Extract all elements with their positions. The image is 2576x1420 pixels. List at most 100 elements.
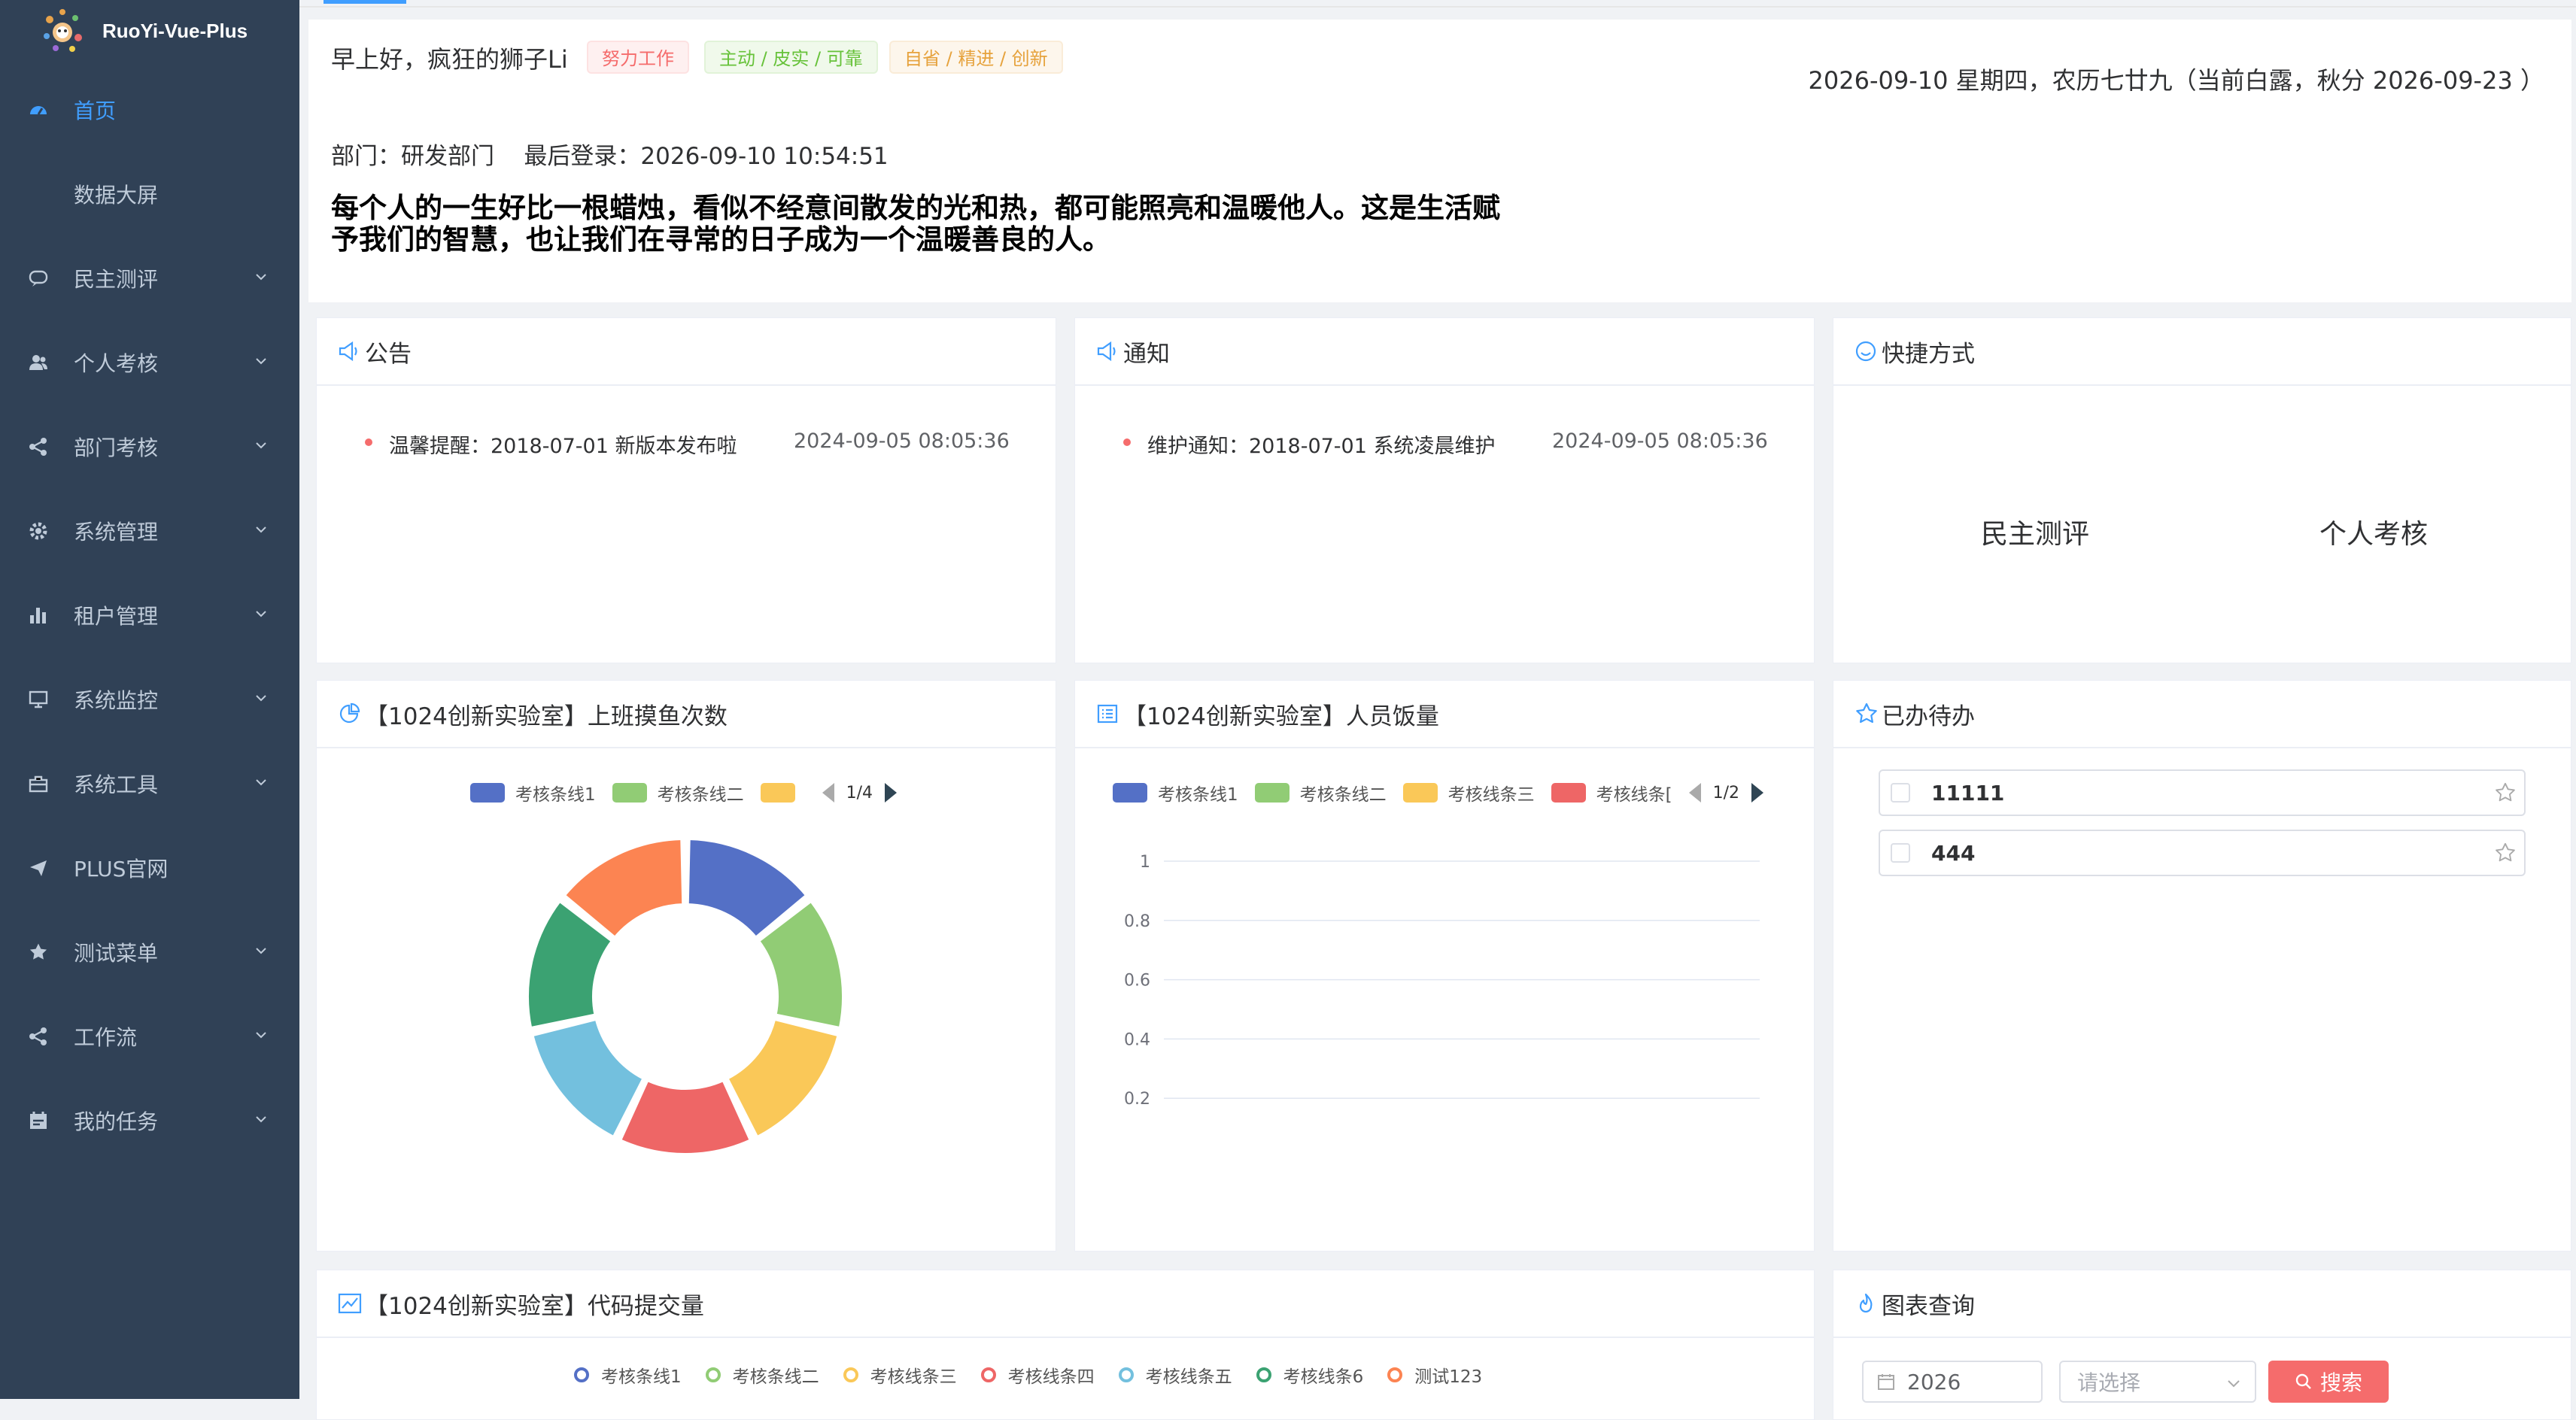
legend-item[interactable]: 考核线条6	[1256, 1362, 1363, 1388]
line-legend: 考核条线1 考核条线二 考核线条三 考核线条[ 1/2	[1113, 780, 1764, 806]
sidebar-item-label: 民主测评	[74, 267, 159, 292]
legend-label: 考核线条[	[1596, 785, 1672, 805]
announcement-item[interactable]: 温馨提醒：2018-07-01 新版本发布啦	[365, 429, 737, 459]
todo-header: 已办待办	[1833, 681, 2571, 748]
app-title: RuoYi-Vue-Plus	[102, 19, 248, 42]
logo[interactable]: RuoYi-Vue-Plus	[39, 6, 248, 56]
notice-header: 通知	[1075, 318, 1814, 386]
current-date: 2026-09-10 星期四，农历七廿九（当前白露，秋分 2026-09-23 …	[1808, 66, 2544, 95]
legend-item[interactable]: 考核线条五	[1118, 1362, 1232, 1388]
announcement-text: 温馨提醒：2018-07-01 新版本发布啦	[389, 435, 737, 458]
legend-label: 考核条线1	[1158, 785, 1238, 805]
code-commit-title: 【1024创新实验室】代码提交量	[365, 1292, 704, 1320]
share-icon	[27, 1025, 50, 1048]
star-icon	[1855, 702, 1879, 726]
sidebar-item-label: 测试菜单	[74, 941, 159, 966]
prev-page-arrow-icon[interactable]	[822, 783, 834, 803]
legend-item[interactable]: 考核线条三	[1402, 780, 1535, 806]
sidebar-item-7[interactable]: 系统监控	[0, 669, 299, 730]
next-page-arrow-icon[interactable]	[885, 783, 898, 803]
dashboard-icon	[27, 99, 50, 121]
sidebar-item-1[interactable]: 数据大屏	[0, 164, 299, 224]
legend-item[interactable]: 测试123	[1387, 1362, 1482, 1388]
todo-item: 444	[1879, 830, 2526, 876]
chart-query-card: 图表查询 2026 请选择 搜索	[1833, 1270, 2571, 1420]
sidebar-item-0[interactable]: 首页	[0, 80, 299, 140]
chart-query-title: 图表查询	[1882, 1292, 1975, 1320]
sidebar-item-label: 系统监控	[74, 688, 159, 713]
sidebar-item-2[interactable]: 民主测评	[0, 248, 299, 308]
smile-icon	[1855, 339, 1879, 363]
pie-slice[interactable]	[725, 1017, 840, 1139]
category-select[interactable]: 请选择	[2059, 1361, 2256, 1403]
sidebar-item-11[interactable]: 工作流	[0, 1006, 299, 1067]
legend-item[interactable]: 考核条线二	[1254, 780, 1387, 806]
line-chart-card: 【1024创新实验室】人员饭量 考核条线1 考核条线二 考核线条三 考核线条[ …	[1074, 680, 1815, 1252]
shortcut-card: 快捷方式 民主测评 个人考核	[1833, 317, 2571, 663]
chevron-down-icon	[253, 690, 269, 709]
tag-values: 主动 / 皮实 / 可靠	[704, 41, 878, 74]
favorite-star-icon[interactable]	[2494, 842, 2517, 867]
legend-item[interactable]: 考核条线二	[705, 1362, 819, 1388]
sidebar-item-3[interactable]: 个人考核	[0, 332, 299, 393]
prev-page-arrow-icon[interactable]	[1688, 783, 1701, 803]
search-label: 搜索	[2319, 1370, 2362, 1395]
legend-item[interactable]	[760, 783, 806, 803]
legend-item[interactable]: 考核线条[	[1551, 780, 1672, 806]
todo-card: 已办待办 11111 444	[1833, 680, 2571, 1252]
shortcut-democratic-eval[interactable]: 民主测评	[1981, 512, 2089, 551]
top-divider	[299, 6, 2576, 8]
legend-item[interactable]: 考核条线1	[470, 780, 596, 806]
sidebar-item-9[interactable]: PLUS官网	[0, 838, 299, 898]
sidebar-item-5[interactable]: 系统管理	[0, 501, 299, 561]
legend-item[interactable]: 考核线条三	[843, 1362, 957, 1388]
legend-item[interactable]: 考核条线1	[1113, 780, 1238, 806]
shortcut-personal-assess[interactable]: 个人考核	[2319, 512, 2428, 551]
legend-label: 考核条线1	[601, 1367, 682, 1387]
notice-item[interactable]: 维护通知：2018-07-01 系统凌晨维护	[1123, 429, 1496, 459]
share-icon	[27, 435, 50, 458]
pie-slice[interactable]	[530, 1017, 646, 1139]
calendar-icon	[1877, 1373, 1895, 1391]
search-icon	[2295, 1373, 2313, 1391]
pie-slice[interactable]	[618, 1079, 752, 1156]
year-value: 2026	[1907, 1369, 1961, 1394]
legend-label: 考核线条三	[870, 1367, 957, 1387]
donut-chart	[526, 837, 845, 1156]
legend-ring-icon	[1387, 1367, 1403, 1382]
welcome-panel: 早上好，疯狂的狮子Li 努力工作 主动 / 皮实 / 可靠 自省 / 精进 / …	[308, 20, 2571, 302]
year-picker[interactable]: 2026	[1862, 1361, 2043, 1403]
sidebar-item-label: 数据大屏	[74, 183, 159, 208]
department-info: 部门：研发部门 最后登录：2026-09-10 10:54:51	[331, 143, 889, 170]
sidebar-item-label: 首页	[74, 99, 117, 123]
sidebar-item-8[interactable]: 系统工具	[0, 754, 299, 814]
next-page-arrow-icon[interactable]	[1751, 783, 1764, 803]
todo-checkbox[interactable]	[1891, 783, 1910, 803]
chevron-down-icon	[2225, 1373, 2243, 1397]
search-button[interactable]: 搜索	[2268, 1361, 2389, 1403]
legend-item[interactable]: 考核条线1	[574, 1362, 682, 1388]
sidebar: RuoYi-Vue-Plus 首页数据大屏民主测评个人考核部门考核系统管理租户管…	[0, 0, 299, 1399]
send-icon	[27, 857, 50, 879]
legend-pager: 1/2	[1688, 783, 1764, 803]
legend-label: 考核条线1	[515, 785, 596, 805]
sidebar-item-label: 部门考核	[74, 435, 159, 460]
sidebar-item-10[interactable]: 测试菜单	[0, 922, 299, 982]
bar-chart-icon	[27, 604, 50, 627]
favorite-star-icon[interactable]	[2494, 781, 2517, 807]
legend-ring-icon	[843, 1367, 858, 1382]
shortcut-header: 快捷方式	[1833, 318, 2571, 386]
sidebar-item-label: 系统管理	[74, 520, 159, 545]
chevron-down-icon	[253, 353, 269, 372]
pie-chart-title: 【1024创新实验室】上班摸鱼次数	[365, 702, 728, 730]
sidebar-item-6[interactable]: 租户管理	[0, 585, 299, 645]
legend-label: 考核条线二	[732, 1367, 819, 1387]
legend-item[interactable]: 考核线条四	[980, 1362, 1095, 1388]
todo-checkbox[interactable]	[1891, 843, 1910, 863]
tag-hardwork: 努力工作	[587, 41, 689, 74]
notice-title: 通知	[1123, 340, 1170, 368]
sidebar-item-12[interactable]: 我的任务	[0, 1091, 299, 1151]
legend-item[interactable]: 考核条线二	[612, 780, 744, 806]
sidebar-item-4[interactable]: 部门考核	[0, 417, 299, 477]
bullet-dot	[365, 438, 372, 446]
